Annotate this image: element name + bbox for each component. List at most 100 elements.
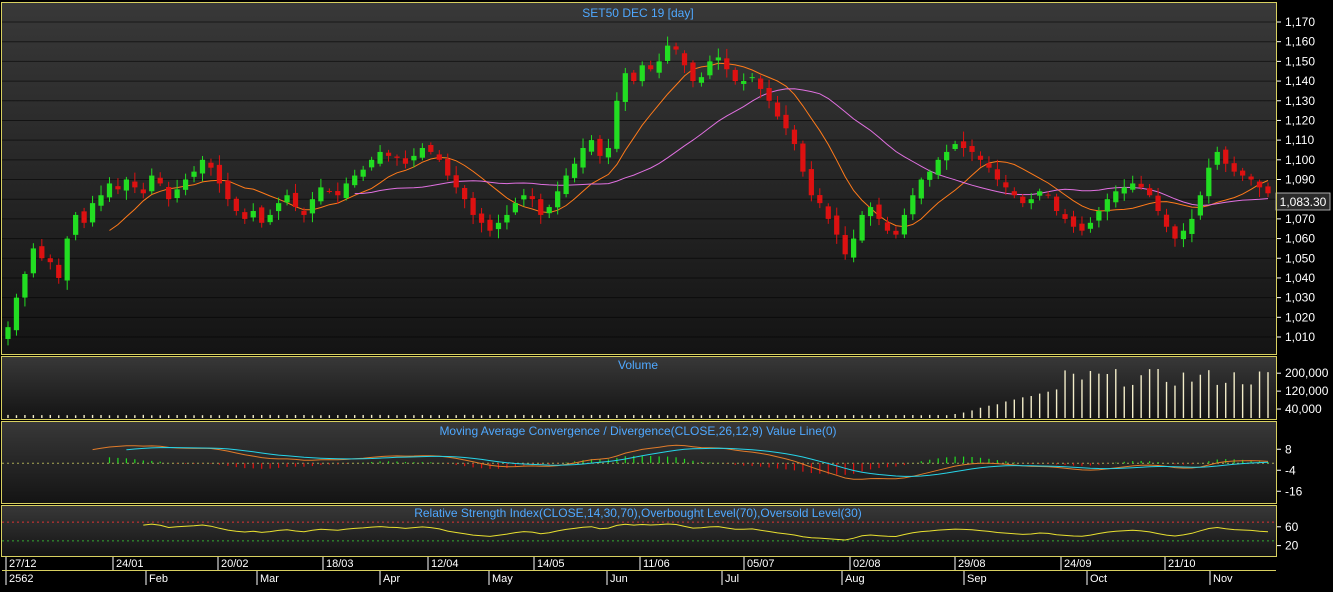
- candle-body: [834, 215, 840, 235]
- candle-body: [639, 65, 645, 82]
- candle-body: [89, 203, 96, 223]
- candle-body: [529, 196, 535, 200]
- candle-body: [470, 197, 476, 215]
- candle-body: [1079, 223, 1085, 231]
- candle-body: [1231, 163, 1237, 172]
- candle-body: [191, 171, 197, 177]
- candle-body: [1053, 196, 1060, 211]
- candle-body: [478, 213, 485, 223]
- candle-body: [622, 73, 628, 102]
- candle-body: [893, 230, 899, 235]
- candle-body: [352, 175, 358, 186]
- date-tick-label: 02/08: [853, 558, 881, 570]
- candle-body: [664, 45, 671, 61]
- price-tick-label: 1,100: [1285, 153, 1315, 167]
- price-tick-label: 1,050: [1285, 251, 1315, 265]
- candle-body: [969, 146, 975, 152]
- candle-body: [1087, 222, 1094, 229]
- candle-body: [1113, 191, 1119, 203]
- date-tick-label: 24/09: [1064, 558, 1092, 570]
- candle-body: [783, 114, 789, 129]
- macd-tick-label: 8: [1285, 442, 1292, 456]
- price-tick-label: 1,120: [1285, 113, 1315, 127]
- candle-body: [825, 206, 831, 219]
- volume-panel: Volume 200,000 120,000 40,000: [2, 357, 1329, 419]
- candle-body: [1146, 188, 1153, 196]
- candle-body: [944, 151, 950, 161]
- candle-body: [445, 159, 451, 176]
- date-tick-label: 27/12: [9, 558, 37, 570]
- candle-body: [1037, 191, 1043, 196]
- candle-body: [1020, 196, 1026, 204]
- candle-body: [225, 180, 231, 200]
- candle-body: [791, 129, 798, 145]
- candle-body: [690, 62, 696, 82]
- candle-body: [149, 175, 155, 192]
- macd-tick-label: -16: [1285, 484, 1303, 498]
- candle-body: [994, 169, 1001, 180]
- rsi-tick-label: 60: [1285, 520, 1299, 534]
- price-tick-label: 1,170: [1285, 15, 1315, 29]
- candle-body: [30, 248, 36, 274]
- trading-chart[interactable]: SET50 DEC 19 [day] 1,1701,1601,1501,1401…: [0, 0, 1333, 587]
- candle-body: [140, 189, 146, 194]
- price-y-axis: 1,170 1,160 1,150 1,140 1,130 1,120 1,110 1,100…: [1276, 15, 1315, 344]
- candle-body: [487, 219, 493, 231]
- date-tick-label: 12/04: [431, 558, 459, 570]
- candle-body: [1256, 181, 1263, 188]
- candle-body: [876, 204, 882, 219]
- candle-body: [1240, 170, 1246, 176]
- candle-body: [910, 195, 916, 215]
- month-tick-label: Jun: [610, 573, 628, 585]
- candle-body: [73, 214, 79, 235]
- candle-body: [1214, 151, 1220, 165]
- candle-body: [1206, 167, 1212, 197]
- candle-body: [360, 169, 366, 177]
- candle-body: [106, 183, 113, 198]
- rsi-panel: Relative Strength Index(CLOSE,14,30,70),…: [2, 506, 1299, 556]
- candle-body: [757, 78, 764, 89]
- rsi-panel-title: Relative Strength Index(CLOSE,14,30,70),…: [414, 506, 862, 520]
- candle-body: [216, 164, 223, 184]
- candle-body: [817, 195, 823, 204]
- candle-body: [394, 156, 400, 158]
- candle-body: [292, 192, 299, 208]
- price-tick-label: 1,020: [1285, 310, 1315, 324]
- candle-body: [774, 102, 781, 117]
- candle-body: [419, 148, 425, 158]
- month-tick-label: Jul: [725, 573, 739, 585]
- candle-body: [13, 297, 20, 331]
- candle-body: [901, 214, 907, 235]
- date-tick-label: 24/01: [116, 558, 144, 570]
- candle-body: [648, 65, 654, 70]
- date-tick-label: 11/06: [643, 558, 670, 570]
- candle-body: [284, 195, 290, 203]
- candle-body: [1155, 195, 1161, 211]
- price-tick-label: 1,150: [1285, 54, 1315, 68]
- macd-tick-label: -4: [1285, 463, 1296, 477]
- candle-body: [275, 203, 282, 212]
- candle-body: [724, 58, 730, 70]
- candle-body: [952, 144, 958, 149]
- candle-body: [1189, 218, 1195, 234]
- volume-y-axis: 200,000 120,000 40,000: [1276, 366, 1329, 416]
- date-tick-label: 29/08: [958, 558, 986, 570]
- candle-body: [242, 212, 248, 219]
- date-tick-label: 21/10: [1168, 558, 1196, 570]
- price-tick-label: 1,040: [1285, 271, 1315, 285]
- candle-body: [64, 238, 70, 281]
- volume-tick-label: 120,000: [1285, 384, 1329, 398]
- last-price-label: 1,083.30: [1280, 195, 1327, 209]
- candle-body: [867, 207, 874, 217]
- candle-body: [631, 72, 637, 82]
- date-tick-label: 18/03: [326, 558, 354, 570]
- date-tick-label: 20/02: [221, 558, 249, 570]
- candle-body: [123, 179, 130, 191]
- candle-body: [918, 179, 924, 199]
- candle-body: [555, 191, 561, 208]
- candle-body: [267, 214, 273, 223]
- x-axis: 27/12 24/01 20/02 18/03 12/04 14/05 11/06 05/07…: [2, 557, 1276, 587]
- price-tick-label: 1,070: [1285, 212, 1315, 226]
- candle-body: [259, 207, 265, 223]
- macd-panel-title: Moving Average Convergence / Divergence(…: [439, 424, 836, 438]
